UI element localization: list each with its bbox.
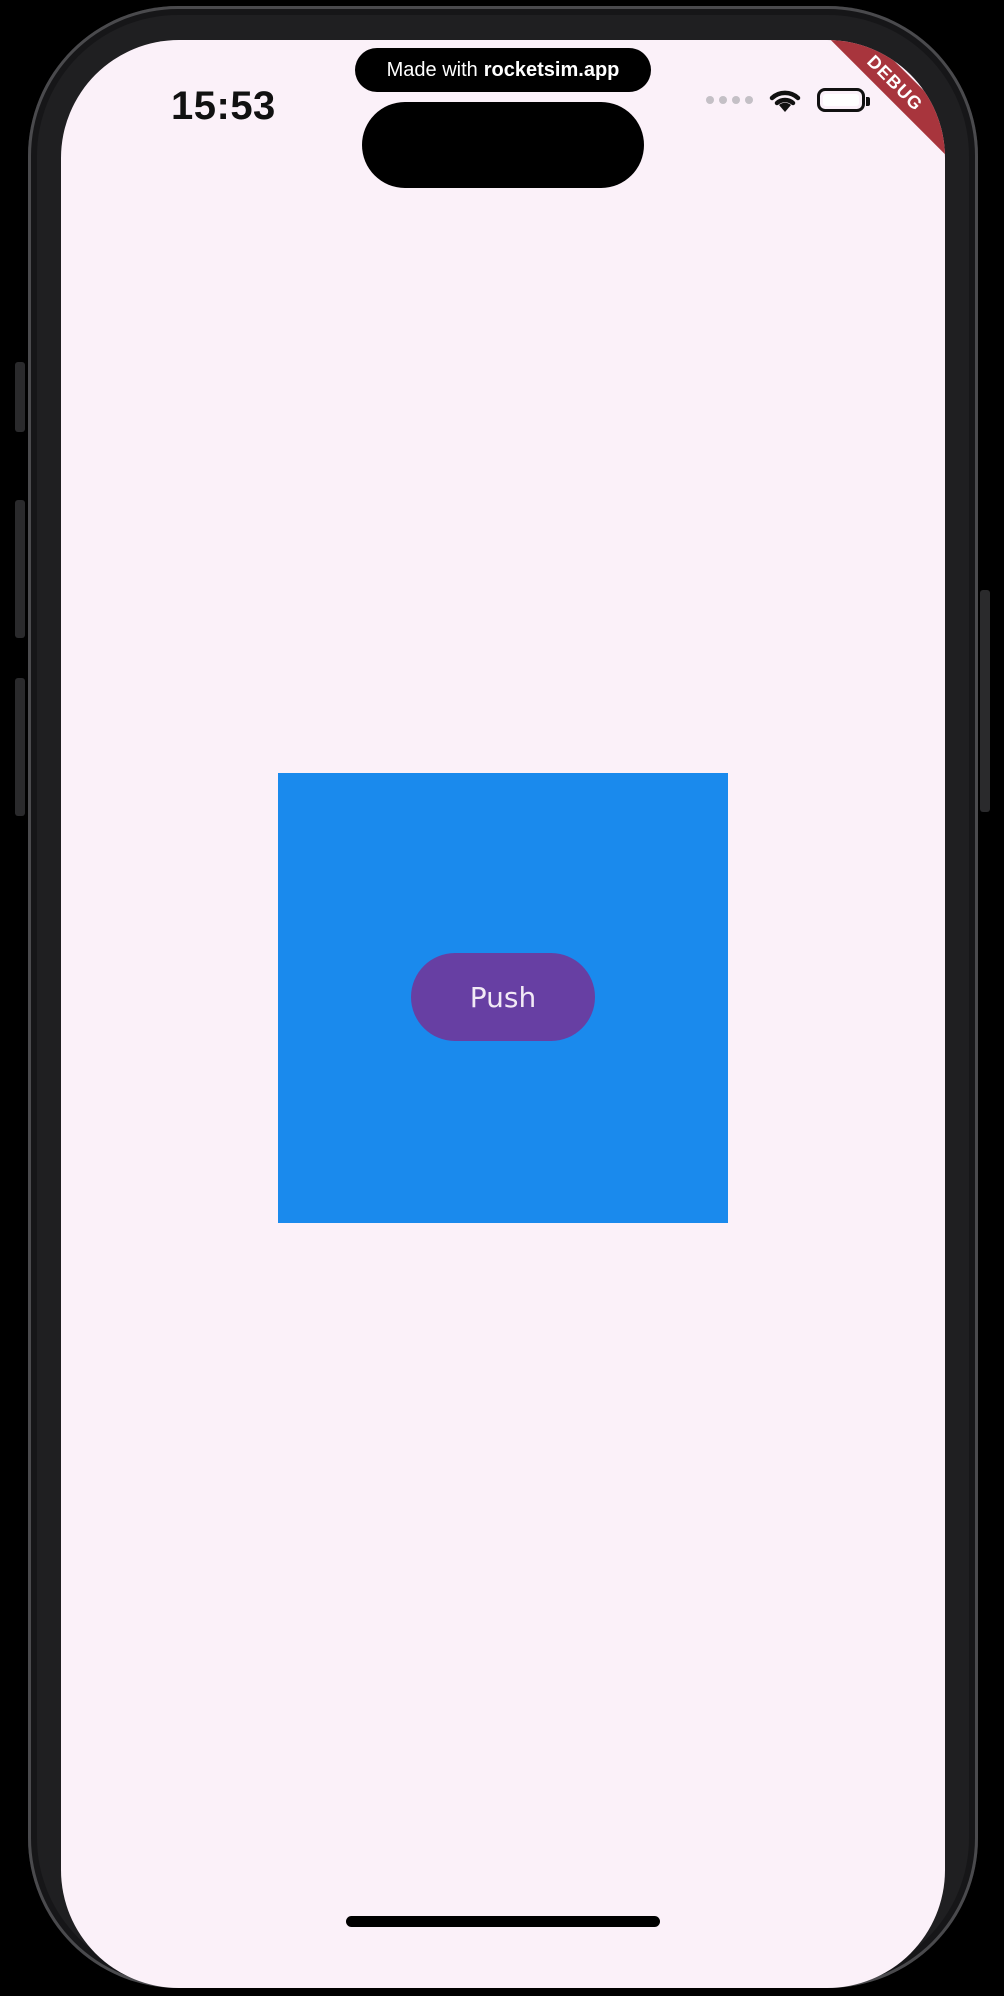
- volume-up-button: [15, 500, 25, 638]
- device-stage: 15:53 DEBUG Push Made with rocketsim.app: [0, 0, 1004, 1996]
- power-button: [980, 590, 990, 812]
- cellular-signal-icon: [706, 96, 753, 104]
- battery-icon: [817, 88, 870, 112]
- rocketsim-banner: Made with rocketsim.app: [355, 48, 651, 92]
- wifi-icon: [767, 86, 803, 114]
- push-button[interactable]: Push: [411, 953, 595, 1041]
- banner-prefix: Made with: [386, 58, 478, 81]
- volume-down-button: [15, 678, 25, 816]
- banner-brand: rocketsim.app: [483, 58, 620, 81]
- action-button: [15, 362, 25, 432]
- home-indicator[interactable]: [346, 1916, 660, 1927]
- dynamic-island: [362, 102, 644, 188]
- status-time: 15:53: [171, 84, 276, 128]
- app-screen: 15:53 DEBUG Push: [61, 40, 945, 1988]
